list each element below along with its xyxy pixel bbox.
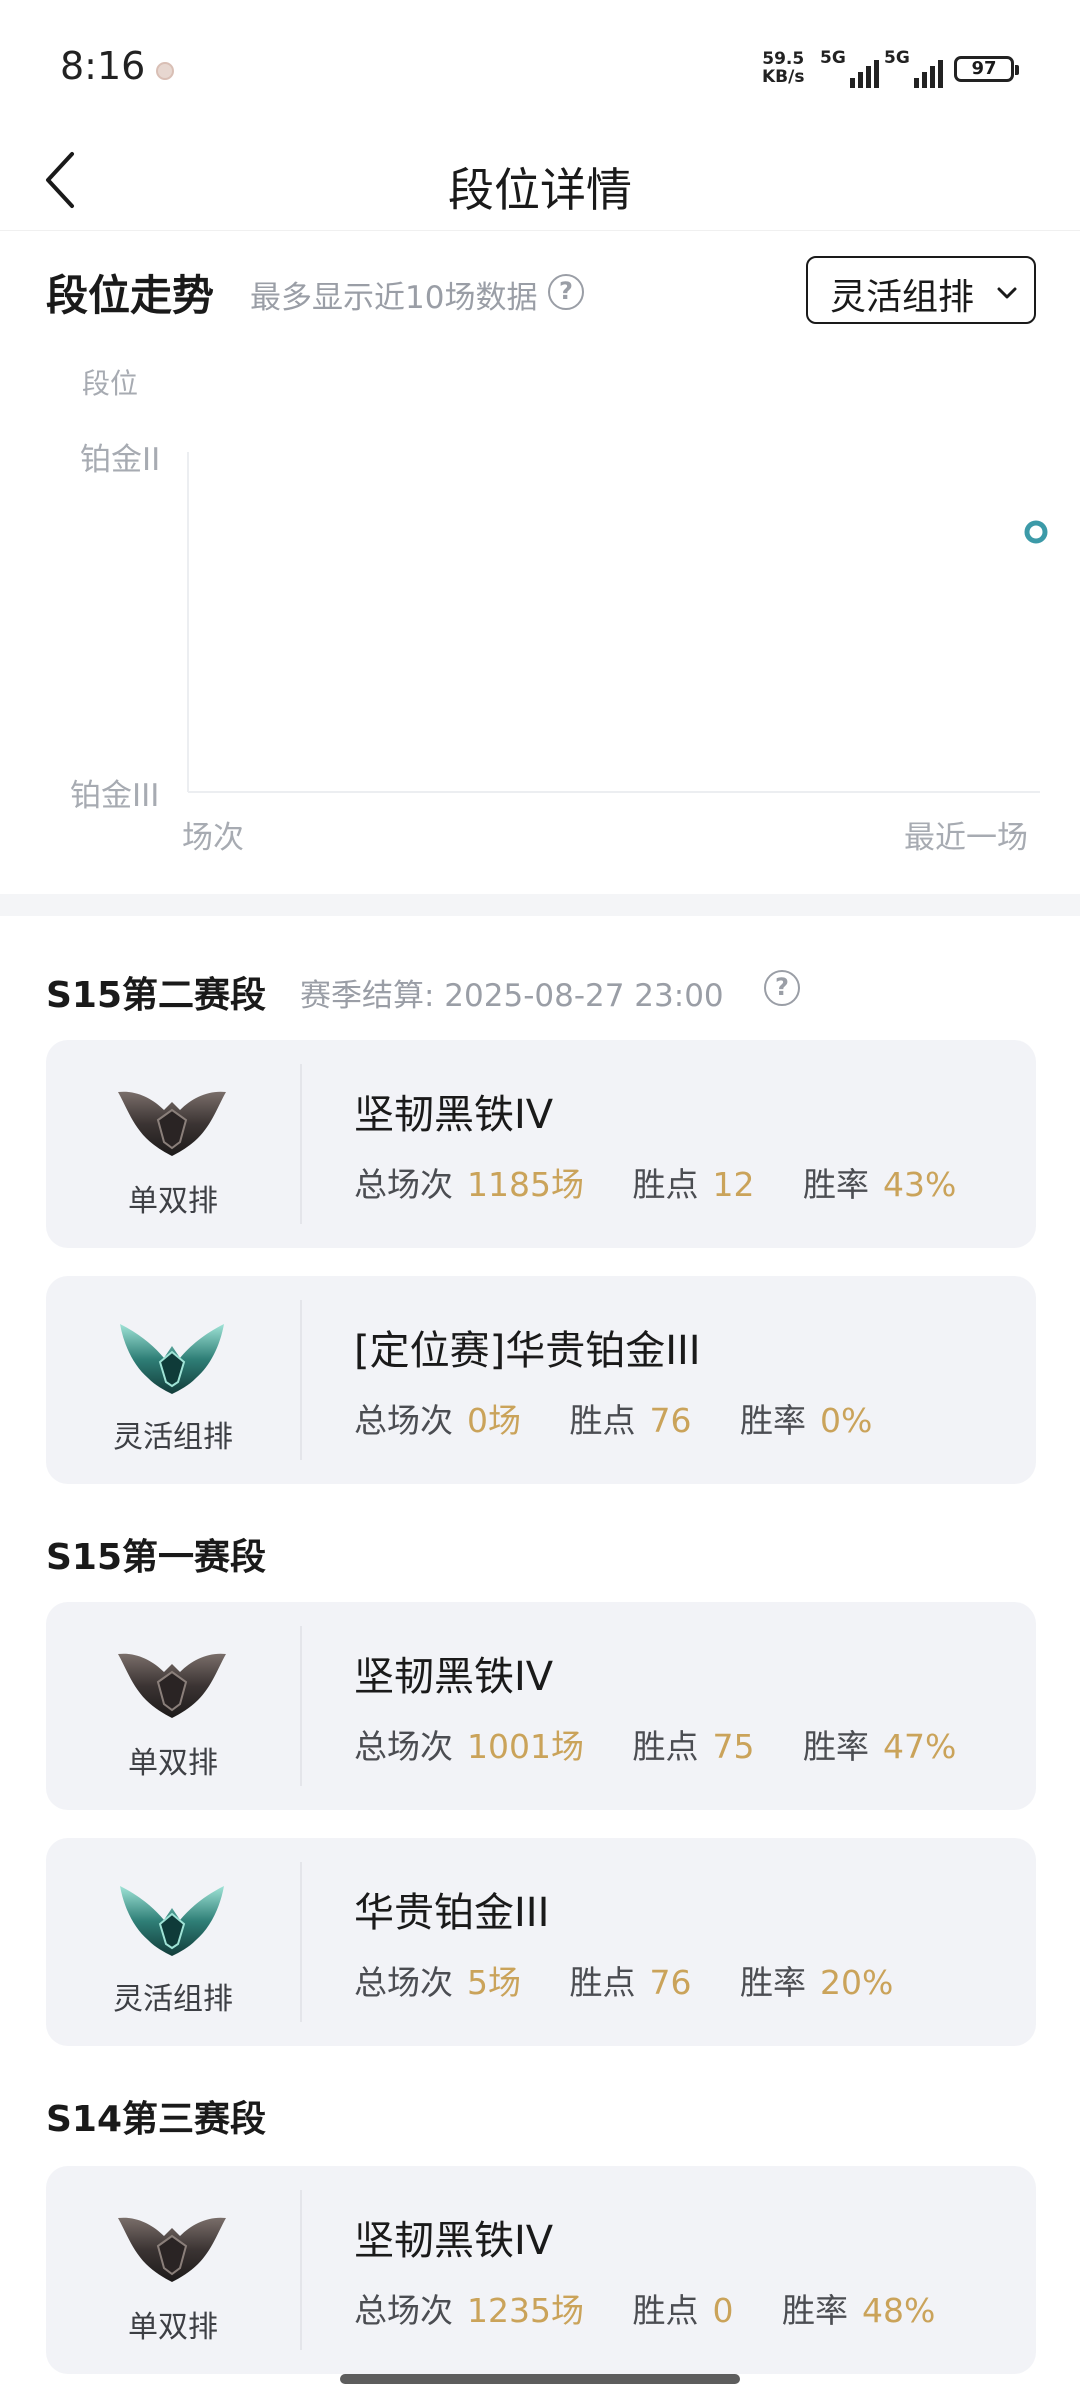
platinum-emblem-icon [114, 1878, 230, 1958]
games-value: 1001场 [467, 1727, 584, 1766]
season-settlement: 赛季结算: 2025-08-27 23:00 [300, 978, 724, 1014]
games-label: 总场次 [354, 1727, 453, 1766]
rank-stats: 总场次 1001场 胜点 75 胜率 47% [354, 1720, 994, 1768]
lp-value: 76 [649, 1401, 692, 1440]
rank-name: 坚韧黑铁IV [354, 2218, 554, 2264]
app-header: 段位详情 [0, 130, 1080, 231]
status-bar: 8:16 59.5 KB/s 5G 5G 97 [0, 0, 1080, 130]
status-time: 8:16 [60, 44, 146, 88]
queue-type: 灵活组排 [113, 1982, 233, 2017]
chevron-down-icon [997, 287, 1017, 299]
card-divider [300, 1064, 302, 1224]
card-divider [300, 2190, 302, 2350]
season-title: S15第一赛段 [46, 1537, 267, 1578]
rank-stats: 总场次 0场 胜点 76 胜率 0% [354, 1394, 910, 1442]
winrate-value: 47% [882, 1727, 957, 1766]
iron-emblem-icon [114, 1642, 230, 1722]
winrate-value: 20% [820, 1963, 894, 2002]
queue-type: 单双排 [128, 1184, 218, 1219]
rank-name: 华贵铂金III [354, 1890, 550, 1936]
lp-label: 胜点 [632, 1165, 699, 1204]
winrate-value: 48% [861, 2291, 936, 2330]
rank-card[interactable]: 单双排 坚韧黑铁IV 总场次 1001场 胜点 75 胜率 47% [46, 1602, 1036, 1810]
lp-value: 12 [712, 1165, 755, 1204]
winrate-label: 胜率 [802, 1727, 869, 1766]
season-title: S14第三赛段 [46, 2099, 267, 2140]
games-label: 总场次 [354, 1165, 453, 1204]
lp-value: 0 [712, 2291, 734, 2330]
page-title: 段位详情 [448, 163, 632, 217]
lp-value: 75 [712, 1727, 755, 1766]
rank-name: 坚韧黑铁IV [354, 1654, 554, 1700]
queue-type: 单双排 [128, 2310, 218, 2345]
rank-name: [定位赛]华贵铂金III [354, 1328, 701, 1374]
rank-stats: 总场次 5场 胜点 76 胜率 20% [354, 1956, 931, 2004]
rank-card[interactable]: 灵活组排 华贵铂金III 总场次 5场 胜点 76 胜率 20% [46, 1838, 1036, 2046]
games-label: 总场次 [354, 1401, 453, 1440]
help-icon[interactable]: ? [548, 274, 584, 310]
lp-label: 胜点 [632, 1727, 699, 1766]
iron-emblem-icon [114, 2206, 230, 2286]
network-speed: 59.5 KB/s [762, 49, 805, 87]
winrate-value: 43% [882, 1165, 957, 1204]
games-value: 5场 [467, 1963, 521, 2002]
games-label: 总场次 [354, 1963, 453, 2002]
queue-filter-dropdown[interactable]: 灵活组排 [806, 256, 1036, 324]
home-indicator[interactable] [340, 2374, 740, 2384]
iron-emblem-icon [114, 1080, 230, 1160]
trend-note: 最多显示近10场数据 [250, 280, 538, 316]
lp-label: 胜点 [569, 1401, 636, 1440]
winrate-label: 胜率 [802, 1165, 869, 1204]
rank-card[interactable]: 单双排 坚韧黑铁IV 总场次 1185场 胜点 12 胜率 43% [46, 1040, 1036, 1248]
winrate-value: 0% [820, 1401, 873, 1440]
lp-label: 胜点 [569, 1963, 636, 2002]
rank-card[interactable]: 单双排 坚韧黑铁IV 总场次 1235场 胜点 0 胜率 48% [46, 2166, 1036, 2374]
winrate-label: 胜率 [781, 2291, 848, 2330]
season-title: S15第二赛段 [46, 975, 267, 1016]
winrate-label: 胜率 [740, 1963, 806, 2002]
card-divider [300, 1300, 302, 1460]
rank-card[interactable]: 灵活组排 [定位赛]华贵铂金III 总场次 0场 胜点 76 胜率 0% [46, 1276, 1036, 1484]
lp-value: 76 [649, 1963, 692, 2002]
card-divider [300, 1626, 302, 1786]
rank-trend-chart: 段位 铂金II 铂金III 场次 最近一场 [0, 340, 1080, 860]
rank-name: 坚韧黑铁IV [354, 1092, 554, 1138]
queue-type: 灵活组排 [113, 1420, 233, 1455]
help-icon[interactable]: ? [764, 970, 800, 1006]
section-divider [0, 894, 1080, 916]
rank-stats: 总场次 1185场 胜点 12 胜率 43% [354, 1158, 994, 1206]
trend-title: 段位走势 [46, 271, 215, 320]
notification-icon [156, 62, 174, 80]
battery-icon: 97 [954, 56, 1019, 82]
games-value: 0场 [467, 1401, 521, 1440]
data-point[interactable] [1024, 520, 1048, 544]
rank-stats: 总场次 1235场 胜点 0 胜率 48% [354, 2284, 973, 2332]
trend-plot [187, 452, 1048, 793]
platinum-emblem-icon [114, 1316, 230, 1396]
games-label: 总场次 [354, 2291, 453, 2330]
card-divider [300, 1862, 302, 2022]
winrate-label: 胜率 [740, 1401, 806, 1440]
lp-label: 胜点 [632, 2291, 699, 2330]
games-value: 1185场 [467, 1165, 584, 1204]
games-value: 1235场 [467, 2291, 584, 2330]
queue-filter-label: 灵活组排 [830, 277, 975, 318]
queue-type: 单双排 [128, 1746, 218, 1781]
